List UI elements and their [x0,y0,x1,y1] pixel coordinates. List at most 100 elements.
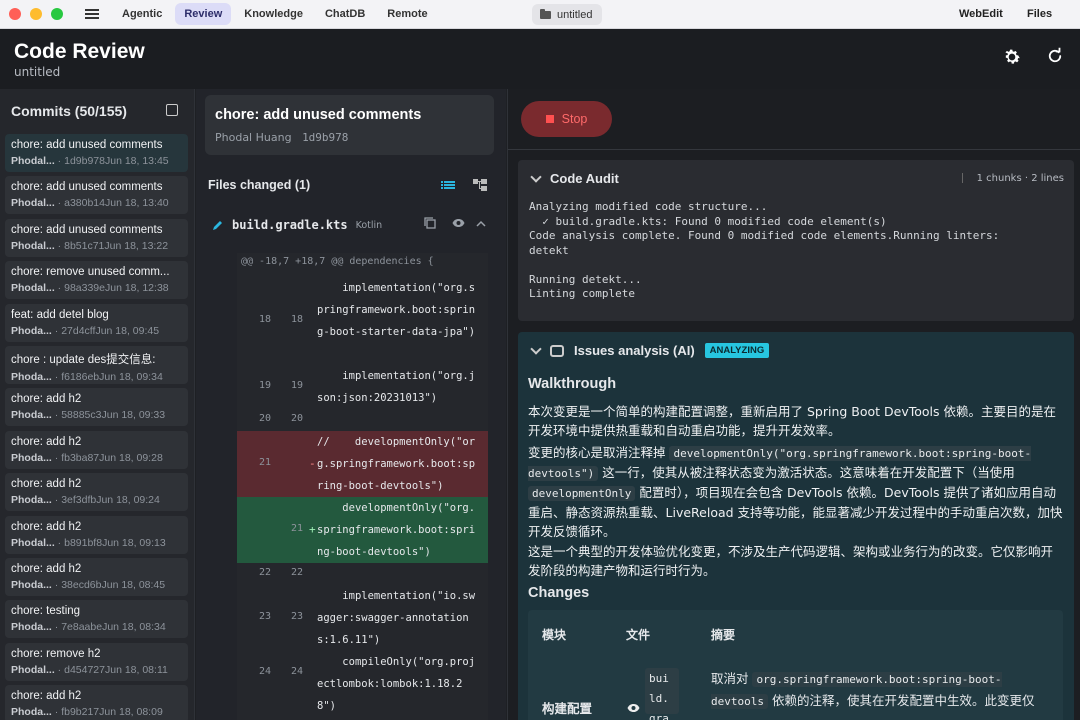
close-window-button[interactable] [9,8,21,20]
file-header[interactable]: build.gradle.kts Kotlin [212,215,502,235]
old-line-number: 18 [258,314,271,325]
commit-meta: Phoda... · 7e8aabeJun 18, 08:34 [11,621,166,634]
gear-icon[interactable] [1001,47,1023,69]
folder-icon [540,8,551,19]
diff-line-ctx: 19 19 implementation("org.json:json:20231… [237,365,488,409]
commit-item[interactable]: chore: add unused comments Phodal... · a3… [5,176,188,215]
commit-item[interactable]: chore: add unused comments Phodal... · 1d… [5,134,188,172]
commit-meta: Phodal... · a380b14Jun 18, 13:40 [11,197,169,210]
webedit-link[interactable]: WebEdit [959,8,1003,20]
copy-icon[interactable] [424,217,436,232]
project-name: untitled [557,8,593,21]
commit-message: chore: remove unused comm... [11,266,170,279]
new-line-number: 21 [290,523,303,534]
page-subtitle: untitled [14,65,61,79]
old-line-number: 23 [258,611,271,622]
file-language: Kotlin [355,219,383,231]
stop-button-label: Stop [561,112,588,126]
code-line: compileOnly("org.projectlombok:lombok:1.… [317,656,476,712]
commit-item[interactable]: chore: remove unused comm... Phodal... · … [5,261,188,300]
table-cell-file[interactable]: build.gra [645,668,679,720]
commit-message: chore: remove h2 [11,647,101,660]
commit-meta: Phodal Huang 1d9b978 [215,131,484,144]
commit-hash: 1d9b978 [302,131,349,144]
commit-message: chore: add h2 [11,690,82,703]
commit-message: chore: add h2 [11,520,82,533]
table-cell-summary: 取消对 org.springframework.boot:spring-boot… [711,671,1035,709]
code-audit-title: Code Audit [550,171,619,186]
code-audit-header[interactable]: Code Audit [530,170,619,186]
code-audit-section: Code Audit 1 chunks · 2 lines Analyzing … [518,160,1074,321]
menu-icon[interactable] [85,9,99,19]
commit-item[interactable]: chore: add unused comments Phodal... · 8b… [5,218,188,257]
commit-item[interactable]: chore : update des提交信息: Phoda... · f6186e… [5,346,188,384]
stop-button[interactable]: Stop [521,101,612,137]
commit-item[interactable]: chore: add h2 Phodal... · b891bf8Jun 18, … [5,515,188,554]
commit-meta: Phodal... · 1d9b978Jun 18, 13:45 [11,155,169,167]
commit-message: feat: add detel blog [11,308,109,321]
diff-view: @@ -18,7 +18,7 @@ dependencies { 18 18 im… [237,253,488,720]
window-titlebar: Agentic Review Knowledge ChatDB Remote u… [0,0,1080,29]
commit-item[interactable]: chore: testing Phoda... · 7e8aabeJun 18, … [5,600,188,639]
chevron-down-icon [530,342,542,355]
refresh-icon[interactable] [1044,47,1066,69]
commit-item[interactable]: feat: add detel blog Phoda... · 27d4cffJu… [5,303,188,342]
commit-item[interactable]: chore: add h2 Phoda... · 38ecd6bJun 18, 0… [5,558,188,596]
commit-item[interactable]: chore: add h2 Phoda... · fb9b217Jun 18, 0… [5,685,188,720]
commit-header: chore: add unused comments Phodal Huang … [205,95,494,155]
commit-title: chore: add unused comments [215,107,422,123]
issues-header[interactable]: Issues analysis (AI) ANALYZING [530,342,770,358]
commit-message: chore: add h2 [11,435,82,448]
commit-list-heading: Commits (50/155) [11,103,127,119]
project-chip[interactable]: untitled [532,4,603,25]
eye-icon[interactable] [452,217,465,231]
audit-log-line: Linting complete [529,287,635,300]
tree-view-icon[interactable] [473,177,487,191]
commit-message: chore: add h2 [11,393,82,406]
tab-chatdb[interactable]: ChatDB [316,3,374,25]
old-line-number: 19 [258,380,271,391]
audit-log-line: detekt [529,243,569,257]
commit-meta: Phoda... · 58885c3Jun 18, 09:33 [11,409,166,422]
diff-line-del: 21 -// developmentOnly("org.springframewo… [237,431,488,497]
commit-item[interactable]: chore: add h2 Phoda... · 3ef3dfbJun 18, 0… [5,473,188,512]
commit-meta: Phoda... · 38ecd6bJun 18, 08:45 [11,579,166,591]
commit-meta: Phodal... · 98a339eJun 18, 12:38 [11,282,169,295]
new-line-number: 18 [290,314,303,325]
old-line-number: 24 [258,666,271,677]
diff-line-ctx: 18 18 implementation("org.springframework… [237,277,488,365]
tab-remote[interactable]: Remote [378,3,436,25]
commit-item[interactable]: chore: add h2 Phoda... · fb3ba87Jun 18, 0… [5,430,188,469]
mode-tabs: Agentic Review Knowledge ChatDB Remote [113,3,437,25]
diff-panel: chore: add unused comments Phodal Huang … [196,89,506,720]
list-view-icon[interactable] [441,177,455,191]
files-link[interactable]: Files [1027,8,1052,20]
walkthrough-paragraph-3: 这是一个典型的开发体验优化变更，不涉及生产代码逻辑、架构或业务行为的改变。它仅影… [528,544,1054,578]
diff-sign: - [309,457,316,470]
maximize-window-button[interactable] [51,8,63,20]
commit-meta: Phoda... · f6186ebJun 18, 09:34 [11,371,163,383]
audit-log-line: Running detekt... [529,272,642,286]
commit-item[interactable]: chore: remove h2 Phodal... · d454727Jun 1… [5,642,188,681]
eye-icon[interactable] [627,698,640,717]
tab-agentic[interactable]: Agentic [113,3,171,25]
old-line-number: 22 [258,567,271,578]
table-header-summary: 摘要 [711,628,736,642]
tab-review[interactable]: Review [175,3,232,25]
new-line-number: 23 [290,611,303,622]
code-line: implementation("io.swagger:swagger-annot… [317,590,476,646]
old-line-number: 21 [258,457,271,468]
commit-list-panel: Commits (50/155) chore: add unused comme… [0,89,195,720]
minimize-window-button[interactable] [30,8,42,20]
commit-item[interactable]: chore: add h2 Phoda... · 58885c3Jun 18, 0… [5,388,188,427]
commit-meta: Phodal... · b891bf8Jun 18, 09:13 [11,536,166,549]
code-line: developmentOnly("org.springframework.boo… [317,502,476,558]
table-header-module: 模块 [542,628,567,642]
diff-sign: + [309,523,316,536]
commit-author: Phodal Huang [215,131,292,144]
tab-knowledge[interactable]: Knowledge [235,3,312,25]
diff-line-ctx: 23 23 implementation("io.swagger:swagger-… [237,585,488,651]
chevron-up-icon[interactable] [476,217,486,231]
file-name: build.gradle.kts [232,218,348,232]
select-all-checkbox[interactable] [166,104,178,116]
